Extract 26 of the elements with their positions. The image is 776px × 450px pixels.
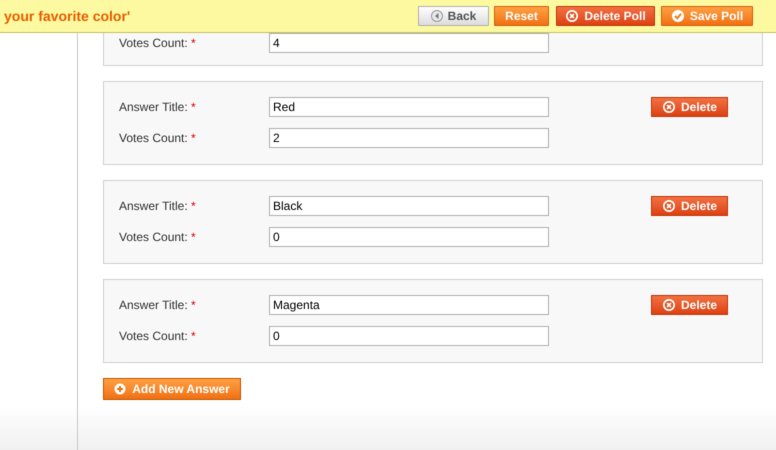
field-label: Answer Title: * — [118, 297, 197, 314]
text-field[interactable]: Black — [269, 196, 549, 216]
text-field[interactable]: Red — [269, 97, 549, 117]
text-field[interactable]: 0 — [269, 326, 549, 346]
text-field[interactable]: 4 — [269, 33, 549, 53]
field-label: Votes Count: * — [118, 130, 197, 147]
field-label: Answer Title: * — [118, 198, 197, 215]
page-title: your favorite color' — [4, 6, 130, 26]
close-icon — [662, 199, 676, 213]
checkmark-icon — [670, 9, 685, 23]
close-icon — [565, 9, 580, 23]
field-label: Votes Count: * — [118, 229, 197, 246]
back-button[interactable]: Back — [418, 6, 489, 26]
delete-button[interactable]: Delete — [651, 196, 728, 216]
close-icon — [662, 298, 676, 312]
text-field[interactable]: Magenta — [269, 295, 549, 315]
delete-button[interactable]: Delete — [651, 97, 728, 117]
field-label: Votes Count: * — [118, 35, 197, 52]
field-label: Votes Count: * — [118, 328, 197, 345]
field-label: Answer Title: * — [118, 99, 197, 116]
delete-button[interactable]: Delete Poll — [556, 6, 655, 26]
text-field[interactable]: 0 — [269, 227, 549, 247]
close-icon — [662, 100, 676, 114]
delete-button[interactable]: Delete — [651, 295, 728, 315]
text-field[interactable]: 2 — [269, 128, 549, 148]
plus-icon — [114, 383, 126, 395]
